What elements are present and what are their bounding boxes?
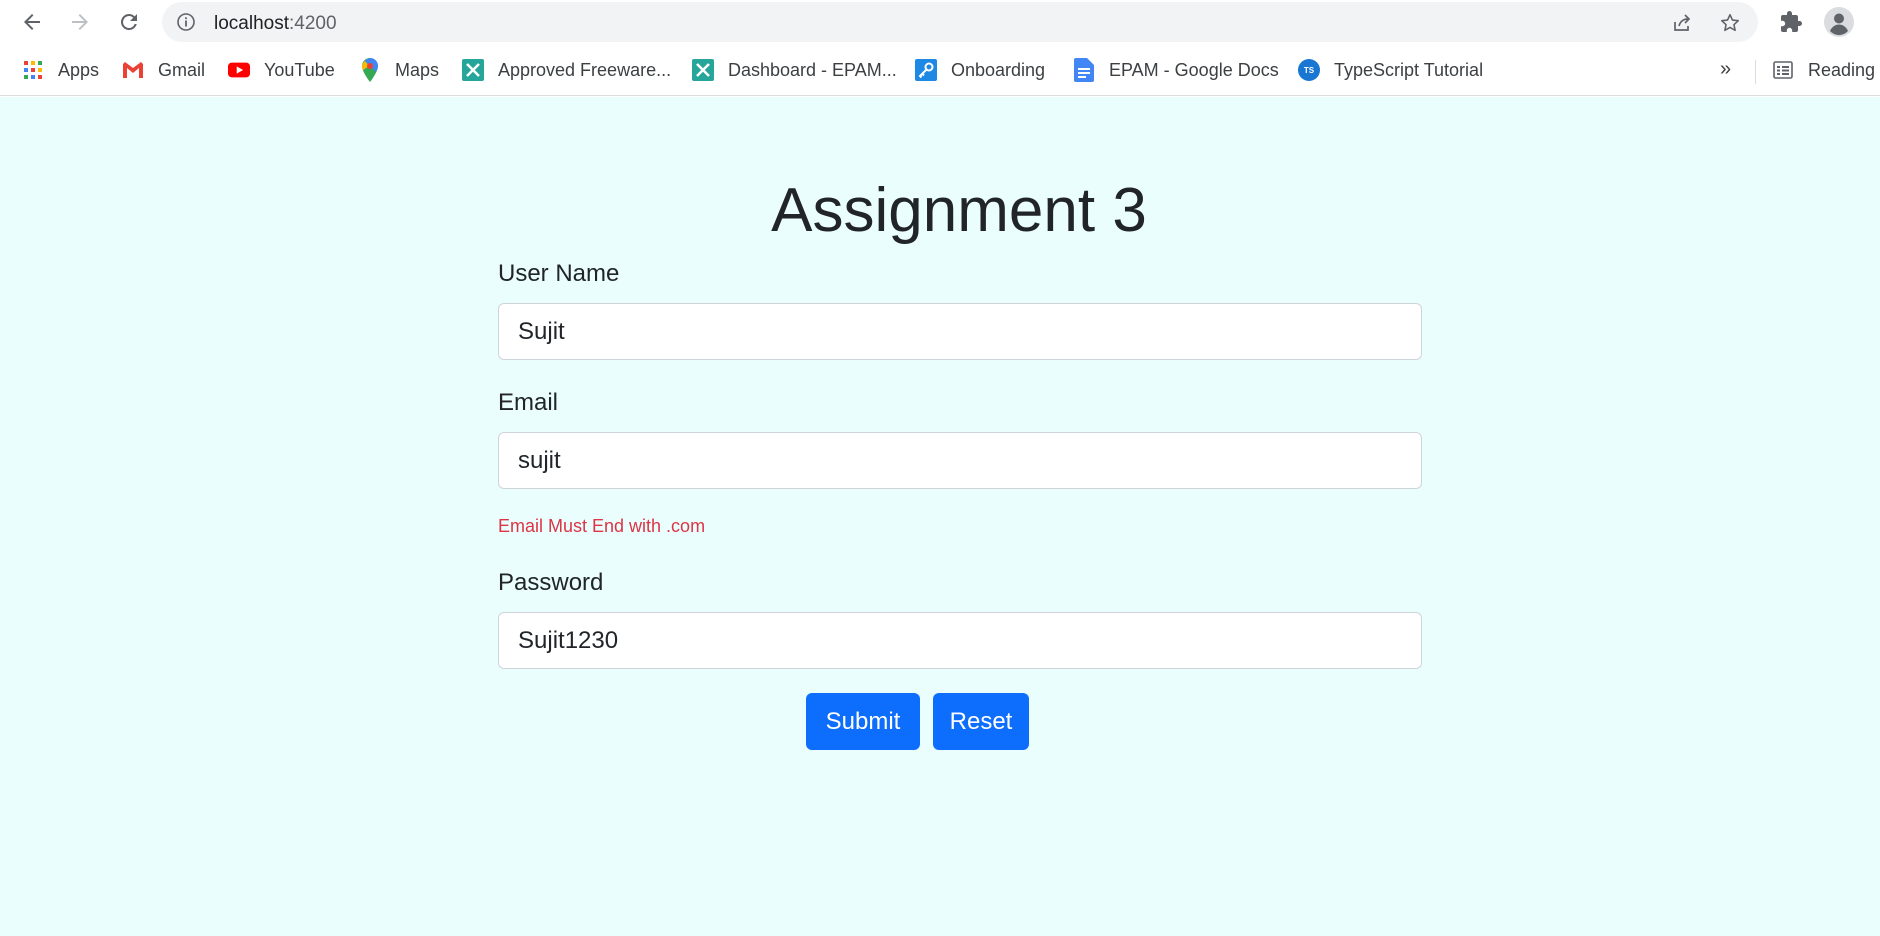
google-docs-icon (1073, 58, 1095, 82)
submit-button[interactable]: Submit (806, 693, 920, 750)
bookmark-label: Maps (395, 59, 440, 80)
key-icon (915, 59, 937, 81)
bookmarks-divider (1755, 60, 1756, 84)
avatar-icon (1824, 7, 1854, 37)
reading-list-icon (1773, 61, 1793, 79)
reload-icon (121, 13, 137, 30)
address-bar[interactable]: localhost:4200 (162, 2, 1758, 42)
page-title: Assignment 3 (771, 176, 1147, 245)
bookmark-dashboard-epam[interactable]: Dashboard - EPAM... (692, 56, 897, 84)
password-label: Password (498, 569, 604, 596)
email-input[interactable] (498, 432, 1422, 489)
reload-button[interactable] (113, 6, 145, 38)
typescript-badge-text: TS (1304, 66, 1315, 75)
bookmark-onboarding[interactable]: Onboarding (915, 56, 1045, 84)
share-icon (1674, 14, 1691, 31)
bookmark-typescript-tutorial[interactable]: TS TypeScript Tutorial (1298, 56, 1483, 84)
bookmark-apps[interactable]: Apps (22, 56, 99, 84)
apps-grid-icon (22, 59, 44, 81)
url-port: :4200 (289, 13, 337, 34)
puzzle-icon (1781, 11, 1802, 32)
bookmark-label: Gmail (158, 59, 206, 80)
bookmark-maps[interactable]: Maps (359, 56, 439, 84)
bookmark-gmail[interactable]: Gmail (122, 56, 205, 84)
password-input[interactable] (498, 612, 1422, 669)
extensions-button[interactable] (1775, 6, 1807, 38)
bookmarks-bar: Apps Gmail YouTube Maps Approved Freewar… (0, 44, 1880, 96)
maps-icon (359, 58, 381, 82)
bookmark-label: Approved Freeware... (498, 59, 672, 80)
star-icon (1720, 13, 1740, 32)
bookmark-approved-freeware[interactable]: Approved Freeware... (462, 56, 671, 84)
username-input[interactable] (498, 303, 1422, 360)
url-text[interactable]: localhost:4200 (214, 13, 337, 35)
bookmark-label: EPAM - Google Docs (1109, 59, 1279, 80)
epam-tool-icon (462, 59, 484, 81)
email-label: Email (498, 389, 559, 416)
arrow-right-icon (72, 14, 88, 30)
bookmarks-overflow-button[interactable]: » (1720, 58, 1731, 81)
forward-button[interactable] (64, 6, 96, 38)
bookmark-label: Dashboard - EPAM... (728, 59, 897, 80)
back-button[interactable] (16, 6, 48, 38)
url-host: localhost (214, 13, 289, 34)
youtube-icon (228, 59, 250, 81)
email-error-message: Email Must End with .com (498, 516, 706, 536)
browser-toolbar: localhost:4200 (0, 0, 1880, 44)
epam-tool-icon (692, 59, 714, 81)
page-content: Assignment 3 User Name Email Email Must … (0, 97, 1880, 936)
bookmark-label: Onboarding (951, 59, 1046, 80)
reset-button[interactable]: Reset (933, 693, 1029, 750)
typescript-icon: TS (1298, 59, 1320, 81)
reading-list-label: Reading l (1808, 59, 1880, 80)
share-button[interactable] (1669, 10, 1695, 36)
arrow-left-icon (24, 14, 40, 30)
bookmark-label: TypeScript Tutorial (1334, 59, 1484, 80)
username-label: User Name (498, 260, 620, 287)
bookmark-star-button[interactable] (1717, 10, 1743, 36)
profile-button[interactable] (1823, 6, 1855, 38)
gmail-icon (122, 59, 144, 81)
bookmark-epam-google-docs[interactable]: EPAM - Google Docs (1073, 56, 1279, 84)
info-icon[interactable] (176, 12, 196, 32)
bookmark-youtube[interactable]: YouTube (228, 56, 335, 84)
reading-list-button[interactable]: Reading l (1772, 56, 1880, 84)
bookmark-label: Apps (58, 59, 100, 80)
bookmark-label: YouTube (264, 59, 335, 80)
